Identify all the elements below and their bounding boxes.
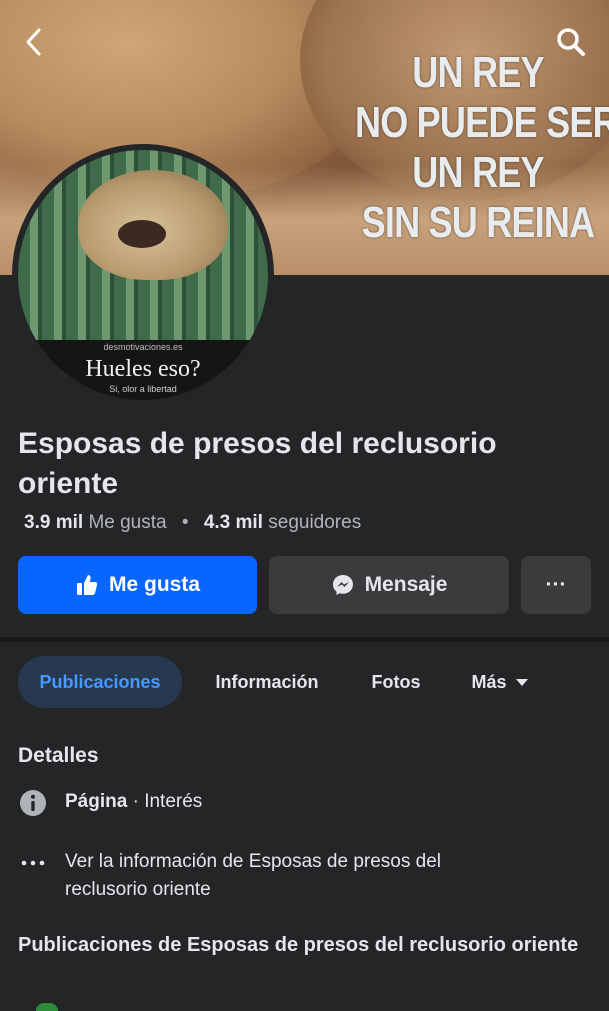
search-button[interactable] — [551, 22, 591, 62]
cover-text-line: UN REY — [412, 148, 544, 197]
tab-publicaciones[interactable]: Publicaciones — [18, 656, 182, 708]
thumbs-up-icon — [76, 575, 98, 595]
tab-label: Más — [471, 671, 507, 692]
avatar-watermark: desmotivaciones.es — [103, 342, 183, 352]
post-avatar-partial — [36, 1003, 58, 1011]
tab-label: Información — [215, 671, 319, 692]
followers-label: seguidores — [268, 512, 362, 533]
page-title: Esposas de presos del reclusorio oriente — [18, 427, 497, 500]
tab-fotos[interactable]: Fotos — [356, 656, 436, 708]
page-category: · Interés — [127, 791, 203, 812]
more-options-button[interactable]: ··· — [521, 556, 591, 614]
info-icon — [18, 788, 48, 818]
tab-mas[interactable]: Más — [460, 656, 540, 708]
avatar-caption-sub: Si, olor a libertad — [109, 384, 177, 394]
profile-avatar[interactable]: desmotivaciones.es Hueles eso? Si, olor … — [12, 144, 274, 406]
avatar-caption-main: Hueles eso? — [85, 356, 201, 382]
chevron-left-icon — [26, 28, 41, 56]
avatar-caption: desmotivaciones.es Hueles eso? Si, olor … — [18, 340, 268, 400]
stats-separator: • — [181, 512, 189, 533]
page-category-type: Página — [65, 791, 128, 812]
page-stats: 3.9 mil Me gusta • 4.3 mil seguidores — [24, 512, 361, 534]
back-button[interactable] — [14, 22, 54, 62]
message-button-label: Mensaje — [364, 573, 448, 596]
cover-text-line: NO PUEDE SER — [355, 98, 609, 147]
search-icon — [557, 28, 585, 56]
section-divider — [0, 637, 609, 642]
cover-text-line: SIN SU REINA — [361, 198, 596, 247]
see-info-link[interactable]: Ver la información de Esposas de presos … — [18, 848, 538, 904]
caret-down-icon — [515, 679, 528, 686]
tab-label: Publicaciones — [39, 671, 161, 692]
messenger-icon — [332, 575, 353, 595]
avatar-photo-nose — [118, 220, 166, 248]
likes-label: Me gusta — [88, 512, 167, 533]
message-button[interactable]: Mensaje — [269, 556, 509, 614]
likes-count: 3.9 mil — [24, 512, 84, 533]
followers-count: 4.3 mil — [203, 512, 263, 533]
details-title: Detalles — [18, 744, 99, 767]
like-button-label: Me gusta — [108, 573, 200, 596]
ellipsis-icon: ··· — [545, 573, 567, 596]
tab-label: Fotos — [371, 671, 421, 692]
see-info-text: Ver la información de Esposas de presos … — [65, 851, 441, 900]
posts-section-title: Publicaciones de Esposas de presos del r… — [18, 934, 579, 956]
avatar-image: desmotivaciones.es Hueles eso? Si, olor … — [18, 150, 268, 400]
tab-informacion[interactable]: Información — [202, 656, 332, 708]
ellipsis-icon — [18, 848, 48, 878]
like-button[interactable]: Me gusta — [18, 556, 257, 614]
cover-text: UN REY NO PUEDE SER UN REY SIN SU REINA — [355, 48, 609, 248]
detail-category: Página · Interés — [18, 788, 202, 818]
